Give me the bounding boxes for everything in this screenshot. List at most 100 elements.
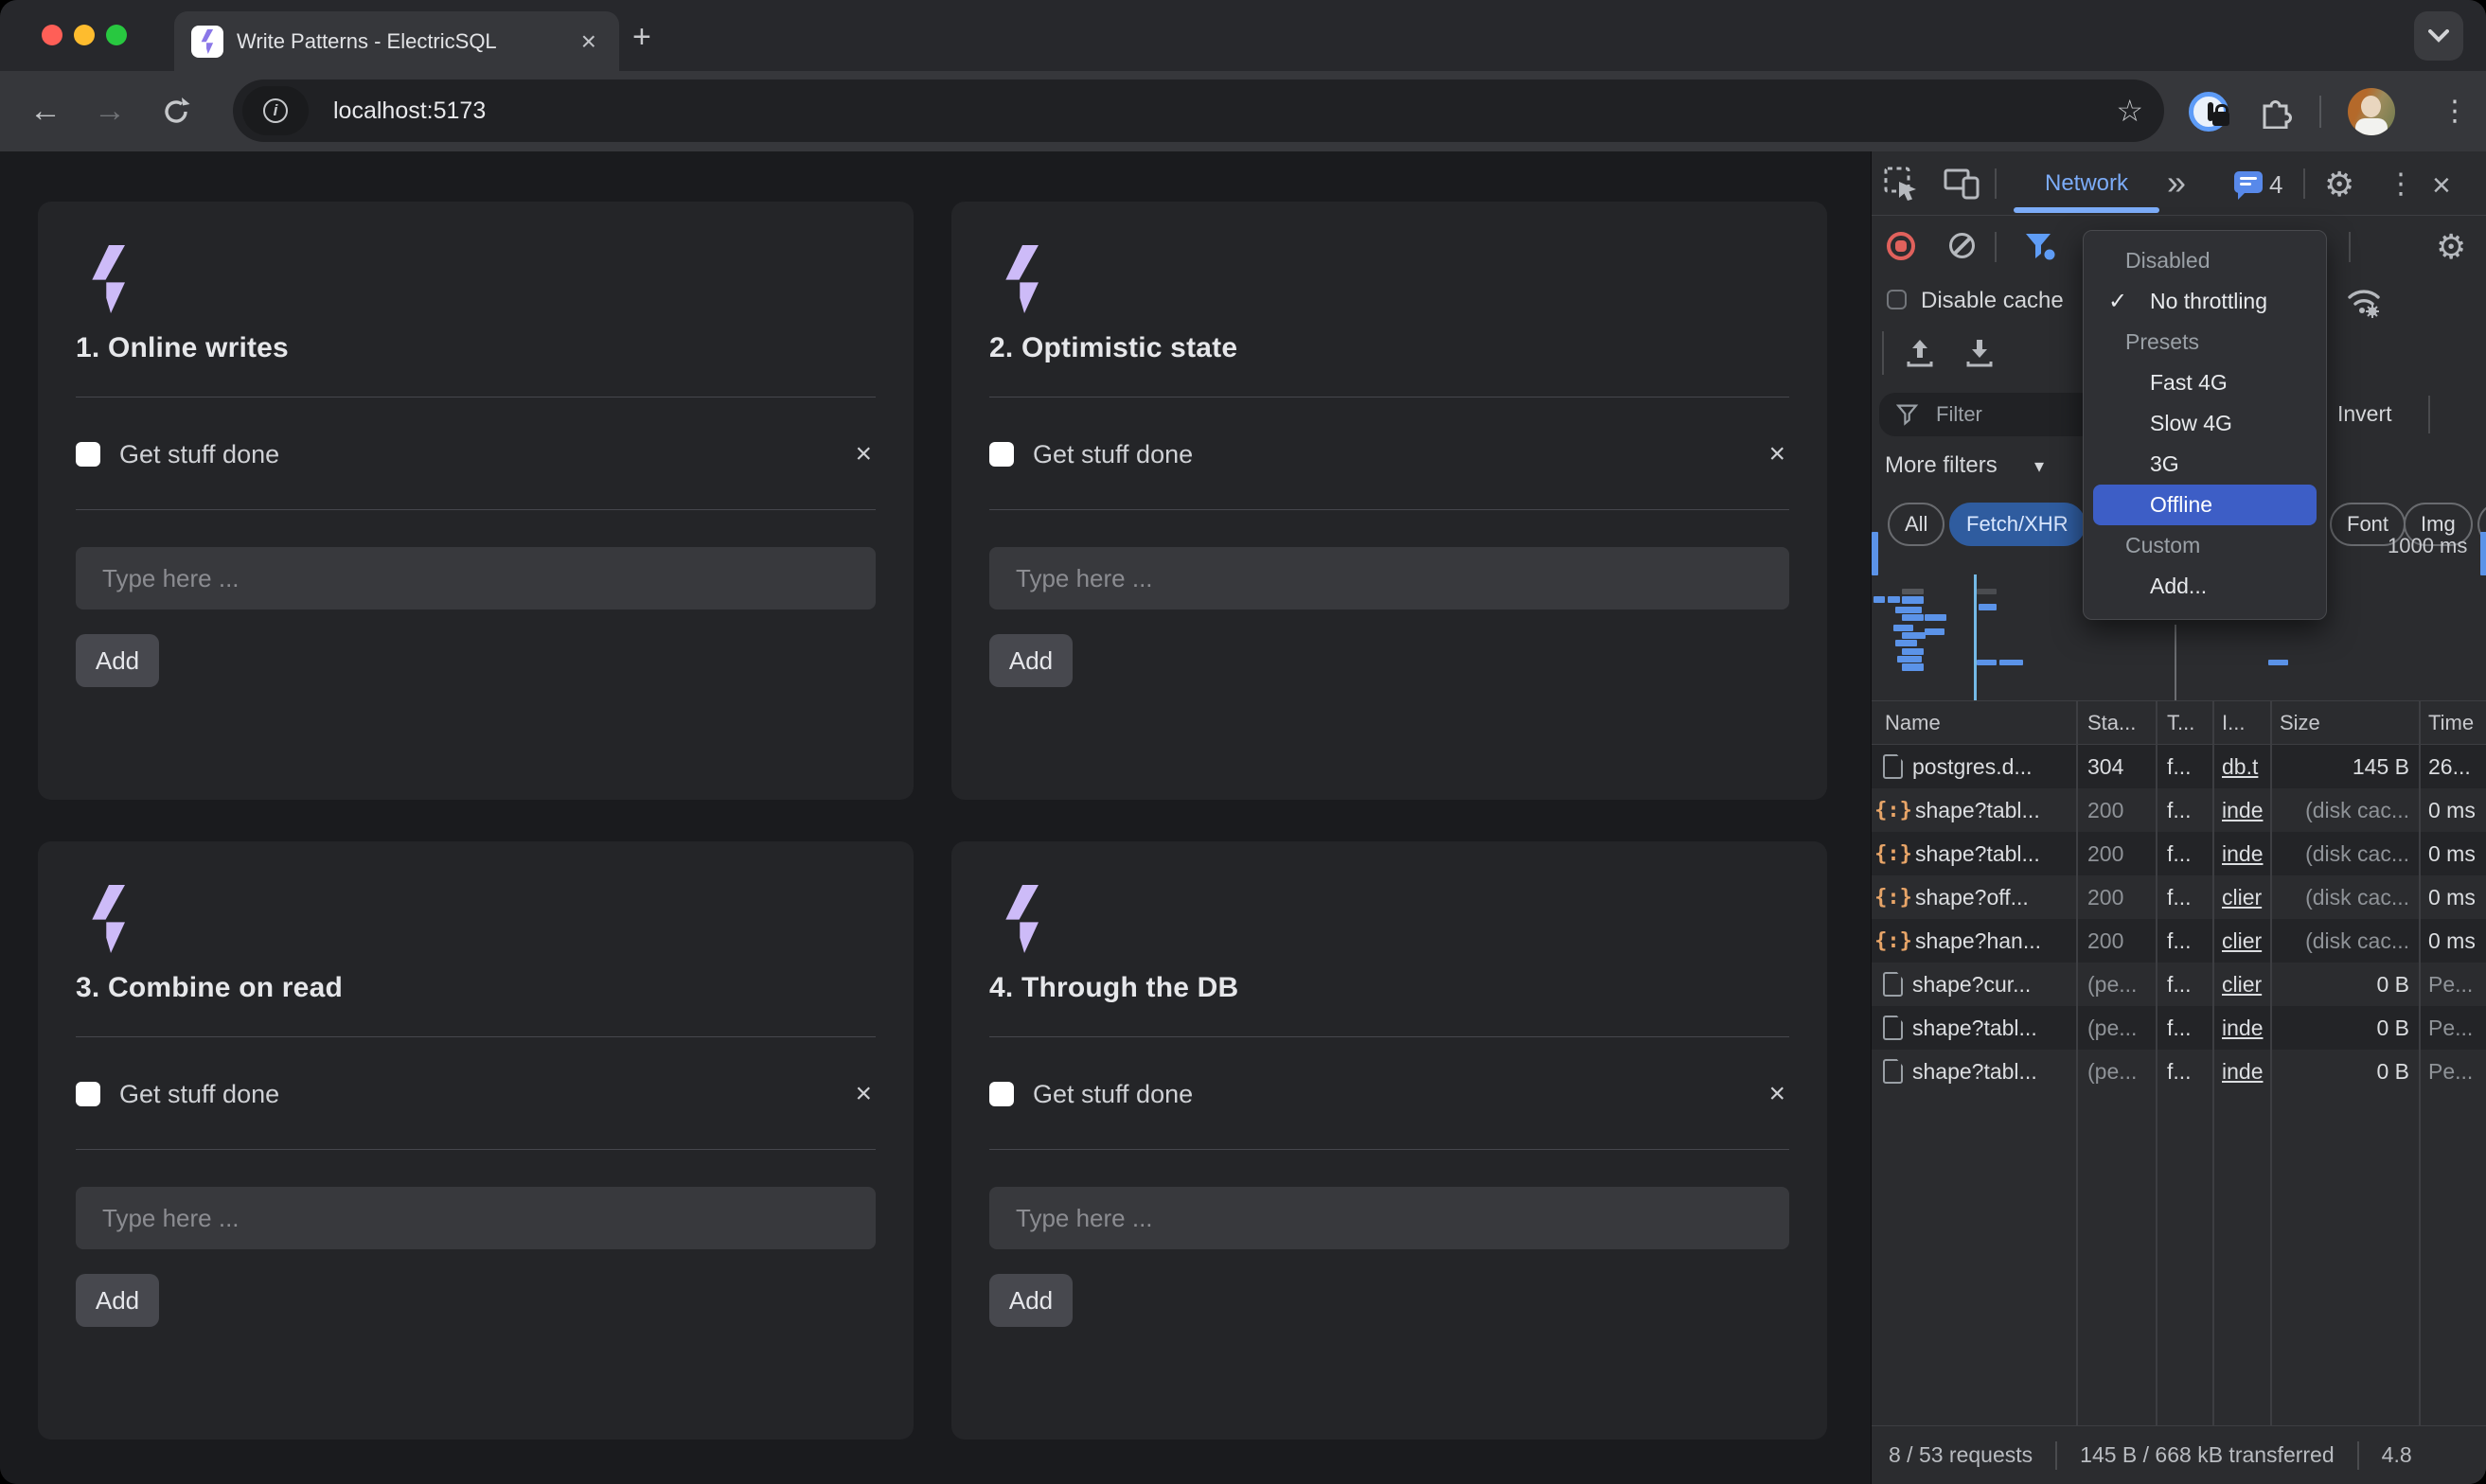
delete-todo-icon[interactable]: × bbox=[1765, 1078, 1789, 1110]
new-tab-button[interactable]: + bbox=[632, 21, 651, 53]
table-row[interactable]: shape?tabl... (pe... f... inde 0 B Pe... bbox=[1872, 1006, 2486, 1050]
disable-cache-checkbox[interactable] bbox=[1887, 290, 1907, 309]
site-info-chip[interactable]: i bbox=[242, 86, 309, 135]
devtools-menu-icon[interactable]: ⋮ bbox=[2387, 168, 2415, 201]
electric-bolt-logo bbox=[1001, 245, 1044, 313]
filter-chip-fetch-xhr[interactable]: Fetch/XHR bbox=[1949, 503, 2086, 546]
request-size: 0 B bbox=[2270, 1050, 2419, 1093]
disable-cache-label[interactable]: Disable cache bbox=[1921, 288, 2064, 314]
add-button[interactable]: Add bbox=[76, 634, 159, 687]
network-conditions-wifi-icon[interactable] bbox=[2343, 282, 2385, 318]
todo-checkbox[interactable] bbox=[989, 442, 1014, 467]
overview-left-handle[interactable] bbox=[1872, 532, 1878, 575]
request-initiator-link[interactable]: clier bbox=[2212, 919, 2270, 963]
extensions-puzzle-icon[interactable] bbox=[2256, 92, 2296, 132]
todo-checkbox[interactable] bbox=[76, 442, 100, 467]
close-window-button[interactable] bbox=[42, 25, 62, 45]
table-row[interactable]: {:}shape?han... 200 f... clier (disk cac… bbox=[1872, 919, 2486, 963]
request-type-icon bbox=[1883, 1016, 1903, 1040]
delete-todo-icon[interactable]: × bbox=[851, 1078, 876, 1110]
todo-checkbox[interactable] bbox=[989, 1082, 1014, 1106]
clear-network-log-icon[interactable] bbox=[1949, 233, 1975, 258]
new-todo-input[interactable] bbox=[989, 547, 1789, 610]
import-har-icon[interactable] bbox=[1904, 337, 1936, 369]
filter-funnel-icon bbox=[1896, 403, 1921, 426]
tab-search-button[interactable] bbox=[2414, 11, 2463, 61]
profile-avatar[interactable] bbox=[2348, 88, 2395, 135]
waterfall-bar bbox=[1902, 632, 1926, 639]
request-initiator-link[interactable]: inde bbox=[2212, 788, 2270, 832]
request-initiator-link[interactable]: inde bbox=[2212, 1050, 2270, 1093]
url-text[interactable]: localhost:5173 bbox=[333, 97, 2116, 125]
network-settings-gear-icon[interactable]: ⚙ bbox=[2436, 227, 2466, 267]
request-initiator-link[interactable]: inde bbox=[2212, 1006, 2270, 1050]
request-initiator-link[interactable]: clier bbox=[2212, 963, 2270, 1006]
address-bar[interactable]: i localhost:5173 ☆ bbox=[233, 80, 2164, 142]
device-toolbar-icon[interactable] bbox=[1944, 168, 1980, 200]
separator bbox=[2357, 1441, 2359, 1470]
forward-button[interactable]: → bbox=[83, 71, 136, 151]
overview-right-handle[interactable] bbox=[2480, 532, 2486, 575]
more-tabs-icon[interactable]: » bbox=[2167, 163, 2182, 203]
tab-close-icon[interactable]: × bbox=[576, 28, 602, 55]
bookmark-star-icon[interactable]: ☆ bbox=[2116, 93, 2143, 129]
filter-chip-all[interactable]: All bbox=[1888, 503, 1944, 546]
back-button[interactable]: ← bbox=[19, 71, 72, 151]
issues-count[interactable]: 4 bbox=[2269, 170, 2282, 200]
more-filters-caret-icon[interactable]: ▾ bbox=[2034, 454, 2044, 478]
column-type[interactable]: T... bbox=[2156, 701, 2212, 744]
table-row[interactable]: shape?cur... (pe... f... clier 0 B Pe... bbox=[1872, 963, 2486, 1006]
zoom-window-button[interactable] bbox=[106, 25, 127, 45]
menu-item-fast-4g[interactable]: Fast 4G bbox=[2084, 362, 2326, 403]
column-time[interactable]: Time bbox=[2419, 701, 2486, 744]
menu-item-add-custom[interactable]: Add... bbox=[2084, 566, 2326, 607]
invert-filter-label[interactable]: Invert bbox=[2337, 401, 2392, 427]
request-initiator-link[interactable]: clier bbox=[2212, 875, 2270, 919]
browser-toolbar: ← → i localhost:5173 ☆ ⋮ bbox=[0, 71, 2486, 151]
menu-item-3g[interactable]: 3G bbox=[2084, 444, 2326, 485]
column-initiator[interactable]: I... bbox=[2212, 701, 2270, 744]
delete-todo-icon[interactable]: × bbox=[851, 438, 876, 470]
minimize-window-button[interactable] bbox=[74, 25, 95, 45]
todo-checkbox[interactable] bbox=[76, 1082, 100, 1106]
request-type: f... bbox=[2156, 1050, 2212, 1093]
password-extension-icon[interactable] bbox=[2189, 92, 2229, 132]
tab-network[interactable]: Network bbox=[2014, 151, 2159, 216]
browser-menu-icon[interactable]: ⋮ bbox=[2431, 71, 2478, 151]
record-network-log-button[interactable] bbox=[1887, 232, 1915, 260]
todo-item: Get stuff done × bbox=[76, 1067, 876, 1122]
column-size[interactable]: Size bbox=[2270, 701, 2419, 744]
export-har-icon[interactable] bbox=[1963, 337, 1996, 369]
table-row[interactable]: shape?tabl... (pe... f... inde 0 B Pe... bbox=[1872, 1050, 2486, 1093]
new-todo-input[interactable] bbox=[76, 547, 876, 610]
request-size: 0 B bbox=[2270, 1006, 2419, 1050]
menu-item-no-throttling[interactable]: ✓No throttling bbox=[2084, 281, 2326, 322]
filter-toggle-icon[interactable] bbox=[2023, 231, 2057, 261]
reload-button[interactable] bbox=[150, 71, 203, 151]
request-initiator-link[interactable]: inde bbox=[2212, 832, 2270, 875]
table-row[interactable]: {:}shape?off... 200 f... clier (disk cac… bbox=[1872, 875, 2486, 919]
table-row[interactable]: postgres.d... 304 f... db.t 145 B 26... bbox=[1872, 745, 2486, 788]
delete-todo-icon[interactable]: × bbox=[1765, 438, 1789, 470]
issues-icon[interactable] bbox=[2234, 171, 2263, 193]
column-name[interactable]: Name bbox=[1872, 701, 2076, 744]
new-todo-input[interactable] bbox=[989, 1187, 1789, 1249]
devtools-settings-gear-icon[interactable]: ⚙ bbox=[2324, 165, 2354, 204]
todo-item: Get stuff done × bbox=[989, 1067, 1789, 1122]
menu-item-offline[interactable]: Offline bbox=[2093, 485, 2317, 525]
inspect-element-icon[interactable] bbox=[1883, 166, 1919, 202]
add-button[interactable]: Add bbox=[76, 1274, 159, 1327]
table-row[interactable]: {:}shape?tabl... 200 f... inde (disk cac… bbox=[1872, 832, 2486, 875]
new-todo-input[interactable] bbox=[76, 1187, 876, 1249]
separator bbox=[1995, 168, 1997, 199]
devtools-close-icon[interactable]: × bbox=[2432, 168, 2451, 204]
add-button[interactable]: Add bbox=[989, 1274, 1073, 1327]
todo-label: Get stuff done bbox=[119, 440, 851, 469]
menu-item-slow-4g[interactable]: Slow 4G bbox=[2084, 403, 2326, 444]
column-status[interactable]: Sta... bbox=[2076, 701, 2156, 744]
table-row[interactable]: {:}shape?tabl... 200 f... inde (disk cac… bbox=[1872, 788, 2486, 832]
browser-tab[interactable]: Write Patterns - ElectricSQL × bbox=[174, 11, 619, 71]
more-filters-label[interactable]: More filters bbox=[1885, 452, 1998, 479]
request-initiator-link[interactable]: db.t bbox=[2212, 745, 2270, 788]
add-button[interactable]: Add bbox=[989, 634, 1073, 687]
